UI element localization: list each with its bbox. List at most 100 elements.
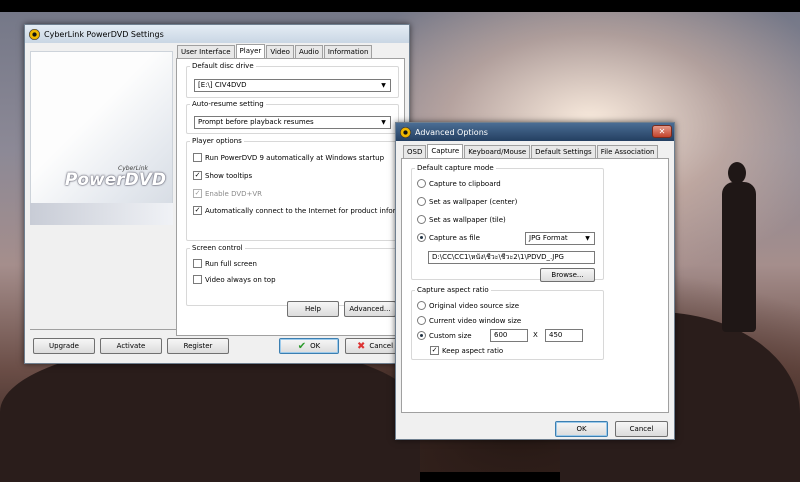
tab-capture[interactable]: Capture [427, 144, 464, 158]
option-autostart[interactable]: Run PowerDVD 9 automatically at Windows … [193, 153, 384, 162]
disc-drive-value: [E:\] CIV4DVD [198, 81, 247, 89]
advanced-button[interactable]: Advanced... [344, 301, 396, 317]
capture-mode-group: Default capture mode Capture to clipboar… [411, 164, 604, 282]
file-path-field[interactable]: D:\CC\CC1\หนัง\ชีวะ\ชีวะ2\1\PDVD_.JPG [428, 251, 595, 264]
activate-button[interactable]: Activate [100, 338, 162, 354]
auto-resume-select[interactable]: Prompt before playback resumes ▼ [194, 116, 391, 129]
ok-button[interactable]: ✔ OK [279, 338, 339, 354]
fullscreen-checkbox[interactable] [193, 259, 202, 268]
window-size-radio[interactable] [417, 316, 426, 325]
tab-default-settings[interactable]: Default Settings [531, 145, 596, 159]
dvdvr-checkbox: ✓ [193, 189, 202, 198]
height-field[interactable]: 450 [545, 329, 583, 342]
checkmark-icon: ✔ [297, 340, 307, 352]
option-autostart-label: Run PowerDVD 9 automatically at Windows … [205, 153, 385, 162]
settings-titlebar[interactable]: CyberLink PowerDVD Settings [25, 25, 409, 43]
aspect-original[interactable]: Original video source size [417, 301, 519, 310]
format-value: JPG Format [529, 234, 568, 242]
width-field[interactable]: 600 [490, 329, 528, 342]
keep-aspect-checkbox[interactable]: ✓ [430, 346, 439, 355]
advanced-options-window: Advanced Options ✕ OSD Capture Keyboard/… [395, 122, 675, 440]
settings-window: CyberLink PowerDVD Settings CyberLink Po… [24, 24, 420, 364]
original-size-radio[interactable] [417, 301, 426, 310]
option-internet-label: Automatically connect to the Internet fo… [205, 206, 420, 215]
powerdvd-icon [29, 28, 40, 40]
clipboard-radio[interactable] [417, 179, 426, 188]
option-dvdvr-label: Enable DVD+VR [205, 189, 263, 198]
mode-file[interactable]: Capture as file [417, 233, 480, 242]
option-internet[interactable]: ✓ Automatically connect to the Internet … [193, 206, 420, 215]
screen-control-label: Screen control [190, 244, 245, 252]
aspect-custom-label: Custom size [429, 331, 472, 340]
tab-osd[interactable]: OSD [403, 145, 427, 159]
option-ontop-label: Video always on top [205, 275, 276, 284]
advanced-tabs: OSD Capture Keyboard/Mouse Default Setti… [403, 144, 659, 159]
chevron-down-icon: ▼ [381, 82, 386, 89]
mode-wallpaper-center-label: Set as wallpaper (center) [429, 197, 518, 206]
mode-wallpaper-tile-label: Set as wallpaper (tile) [429, 215, 506, 224]
tab-user-interface[interactable]: User Interface [177, 45, 235, 59]
capture-mode-label: Default capture mode [415, 164, 496, 172]
chevron-down-icon: ▼ [585, 235, 590, 242]
format-select[interactable]: JPG Format ▼ [525, 232, 595, 245]
keep-aspect[interactable]: ✓ Keep aspect ratio [430, 346, 503, 355]
settings-tabs: User Interface Player Video Audio Inform… [177, 44, 373, 59]
option-fullscreen[interactable]: Run full screen [193, 259, 257, 268]
wallpaper-center-radio[interactable] [417, 197, 426, 206]
advanced-title: Advanced Options [415, 127, 488, 137]
auto-resume-group: Auto-resume setting Prompt before playba… [186, 100, 399, 134]
disc-drive-group: Default disc drive [E:\] CIV4DVD ▼ [186, 62, 399, 98]
advanced-titlebar[interactable]: Advanced Options ✕ [396, 123, 674, 141]
mode-wallpaper-center[interactable]: Set as wallpaper (center) [417, 197, 517, 206]
tab-keyboard-mouse[interactable]: Keyboard/Mouse [464, 145, 531, 159]
size-separator: X [533, 331, 538, 339]
internet-checkbox[interactable]: ✓ [193, 206, 202, 215]
close-icon[interactable]: ✕ [652, 125, 672, 138]
cancel-x-icon: ✖ [356, 340, 366, 352]
tab-audio[interactable]: Audio [294, 45, 323, 59]
tab-video[interactable]: Video [266, 45, 294, 59]
auto-resume-label: Auto-resume setting [190, 100, 266, 108]
aspect-ratio-group: Capture aspect ratio Original video sour… [411, 286, 604, 360]
advanced-ok-button[interactable]: OK [555, 421, 608, 437]
wallpaper-tile-radio[interactable] [417, 215, 426, 224]
cancel-label: Cancel [369, 342, 394, 350]
file-radio[interactable] [417, 233, 426, 242]
capture-panel: Default capture mode Capture to clipboar… [401, 158, 669, 413]
player-options-label: Player options [190, 137, 244, 145]
chevron-down-icon: ▼ [381, 119, 386, 126]
mode-clipboard[interactable]: Capture to clipboard [417, 179, 501, 188]
screen-control-group: Screen control Run full screen Video alw… [186, 244, 399, 306]
logo-product: PowerDVD [64, 170, 166, 190]
aspect-window[interactable]: Current video window size [417, 316, 521, 325]
option-ontop[interactable]: Video always on top [193, 275, 276, 284]
help-button[interactable]: Help [287, 301, 339, 317]
ontop-checkbox[interactable] [193, 275, 202, 284]
mode-wallpaper-tile[interactable]: Set as wallpaper (tile) [417, 215, 506, 224]
logo-gradient-bar [30, 203, 173, 225]
tooltips-checkbox[interactable]: ✓ [193, 171, 202, 180]
custom-size-radio[interactable] [417, 331, 426, 340]
register-button[interactable]: Register [167, 338, 229, 354]
tab-file-association[interactable]: File Association [596, 145, 659, 159]
tab-information[interactable]: Information [323, 45, 373, 59]
disc-drive-select[interactable]: [E:\] CIV4DVD ▼ [194, 79, 391, 92]
ok-label: OK [310, 342, 321, 350]
settings-title: CyberLink PowerDVD Settings [44, 29, 164, 39]
tab-player[interactable]: Player [235, 44, 266, 58]
option-tooltips-label: Show tooltips [205, 171, 253, 180]
mode-file-label: Capture as file [429, 233, 480, 242]
powerdvd-icon [400, 126, 411, 138]
autostart-checkbox[interactable] [193, 153, 202, 162]
upgrade-button[interactable]: Upgrade [33, 338, 95, 354]
bottom-divider [30, 329, 176, 330]
browse-button[interactable]: Browse... [540, 268, 595, 282]
silhouette-head [728, 162, 746, 184]
aspect-custom[interactable]: Custom size [417, 331, 472, 340]
player-panel: Default disc drive [E:\] CIV4DVD ▼ Auto-… [176, 58, 420, 336]
option-tooltips[interactable]: ✓ Show tooltips [193, 171, 252, 180]
advanced-cancel-button[interactable]: Cancel [615, 421, 668, 437]
disc-drive-label: Default disc drive [190, 62, 256, 70]
aspect-window-label: Current video window size [429, 316, 522, 325]
auto-resume-value: Prompt before playback resumes [198, 118, 314, 126]
